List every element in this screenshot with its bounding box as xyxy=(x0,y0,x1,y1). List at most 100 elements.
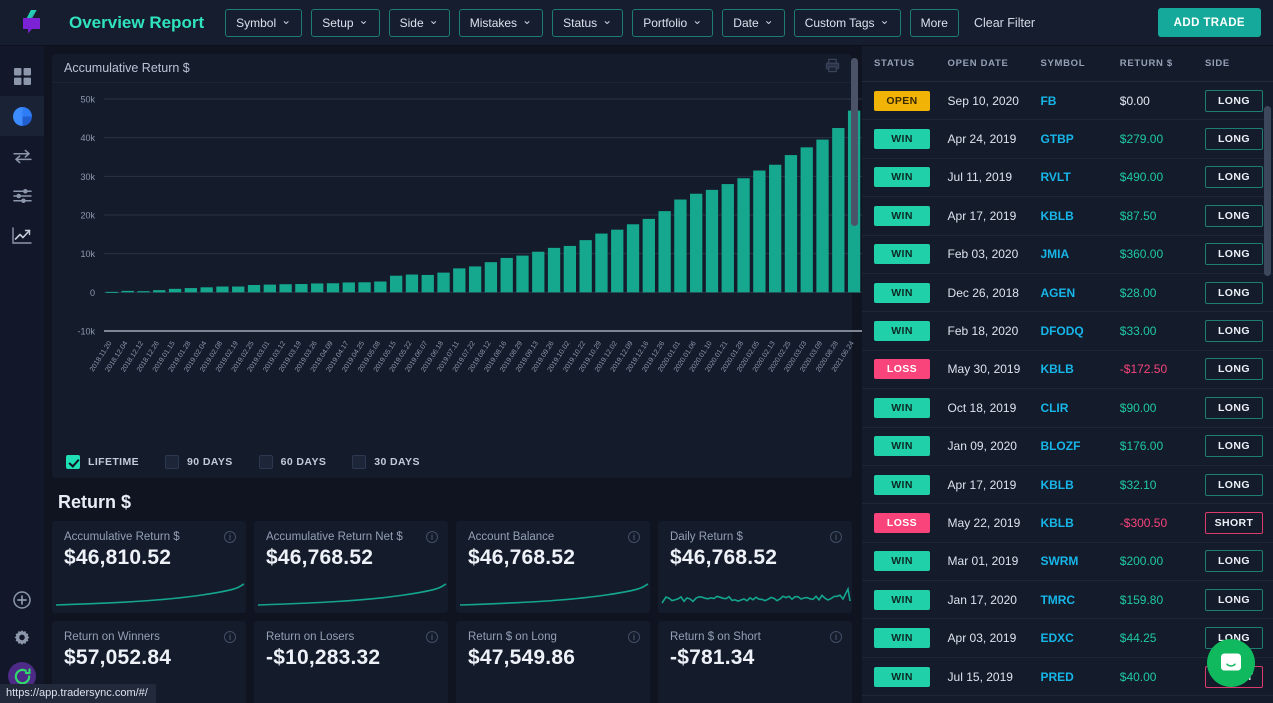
chart-bar[interactable] xyxy=(706,190,718,292)
chart-bar[interactable] xyxy=(295,284,307,292)
metric-card[interactable]: i Accumulative Return $ $46,810.52 xyxy=(52,521,246,613)
chart-bar[interactable] xyxy=(153,290,165,292)
filter-button-side[interactable]: Side ⌄ xyxy=(389,9,450,37)
checkbox-unchecked-icon[interactable] xyxy=(352,455,366,469)
info-icon[interactable]: i xyxy=(830,531,842,543)
chart-bar[interactable] xyxy=(437,273,449,293)
info-icon[interactable]: i xyxy=(224,531,236,543)
table-row[interactable]: WIN Jan 17, 2020 TMRC $159.80 LONG xyxy=(862,581,1273,619)
table-row[interactable]: LOSS May 30, 2019 KBLB -$172.50 LONG xyxy=(862,351,1273,389)
chat-support-button[interactable] xyxy=(1207,639,1255,687)
clear-filter-button[interactable]: Clear Filter xyxy=(974,16,1035,30)
cell-symbol[interactable]: PRED xyxy=(1040,670,1119,684)
chart-bar[interactable] xyxy=(106,292,118,293)
chart-bar[interactable] xyxy=(358,282,370,292)
column-header-status[interactable]: STATUS xyxy=(874,58,948,69)
cell-symbol[interactable]: RVLT xyxy=(1040,170,1119,184)
chart-bar[interactable] xyxy=(137,291,149,292)
chart-bar[interactable] xyxy=(343,282,355,292)
filter-button-more[interactable]: More xyxy=(910,9,959,37)
table-row[interactable]: WIN Apr 24, 2019 GTBP $279.00 LONG xyxy=(862,120,1273,158)
sidebar-item-reports[interactable] xyxy=(0,96,44,136)
chart-bar[interactable] xyxy=(579,240,591,292)
table-row[interactable]: WIN Jan 09, 2020 BLOZF $176.00 LONG xyxy=(862,428,1273,466)
metric-card[interactable]: i Daily Return $ $46,768.52 xyxy=(658,521,852,613)
chart-bar[interactable] xyxy=(532,252,544,293)
accumulative-return-bar-chart[interactable]: 50k40k30k20k10k0-10k2018.11.202018.12.04… xyxy=(56,91,862,421)
chart-bar[interactable] xyxy=(753,171,765,293)
table-row[interactable]: WIN Apr 17, 2019 KBLB $32.10 LONG xyxy=(862,466,1273,504)
chart-bar[interactable] xyxy=(564,246,576,292)
checkbox-unchecked-icon[interactable] xyxy=(259,455,273,469)
cell-symbol[interactable]: BLOZF xyxy=(1040,439,1119,453)
chart-bar[interactable] xyxy=(200,287,212,292)
metric-card[interactable]: i Return on Losers -$10,283.32 xyxy=(254,621,448,703)
legend-item-lifetime[interactable]: LIFETIME xyxy=(66,455,139,469)
info-icon[interactable]: i xyxy=(830,631,842,643)
checkbox-unchecked-icon[interactable] xyxy=(165,455,179,469)
legend-item-60-days[interactable]: 60 DAYS xyxy=(259,455,327,469)
metric-card[interactable]: i Return $ on Long $47,549.86 xyxy=(456,621,650,703)
chart-bar[interactable] xyxy=(406,275,418,293)
column-header-opendate[interactable]: OPEN DATE xyxy=(948,58,1041,69)
chart-bar[interactable] xyxy=(674,200,686,293)
table-row[interactable]: LOSS May 22, 2019 KBLB -$300.50 SHORT xyxy=(862,504,1273,542)
cell-symbol[interactable]: AGEN xyxy=(1040,286,1119,300)
checkbox-checked-icon[interactable] xyxy=(66,455,80,469)
cell-symbol[interactable]: EDXC xyxy=(1040,631,1119,645)
info-icon[interactable]: i xyxy=(224,631,236,643)
chart-bar[interactable] xyxy=(311,283,323,292)
column-header-return[interactable]: RETURN $ xyxy=(1120,58,1205,69)
legend-item-90-days[interactable]: 90 DAYS xyxy=(165,455,233,469)
chart-bar[interactable] xyxy=(516,256,528,293)
cell-symbol[interactable]: TMRC xyxy=(1040,593,1119,607)
metric-card[interactable]: i Return $ on Short -$781.34 xyxy=(658,621,852,703)
metric-card[interactable]: i Accumulative Return Net $ $46,768.52 xyxy=(254,521,448,613)
filter-button-portfolio[interactable]: Portfolio ⌄ xyxy=(632,9,713,37)
add-trade-button[interactable]: ADD TRADE xyxy=(1158,8,1261,37)
table-row[interactable]: WIN Apr 17, 2019 KBLB $87.50 LONG xyxy=(862,197,1273,235)
chart-bar[interactable] xyxy=(548,248,560,292)
cell-symbol[interactable]: GTBP xyxy=(1040,132,1119,146)
table-scrollbar[interactable] xyxy=(1264,106,1271,276)
chart-bar[interactable] xyxy=(216,287,228,293)
table-row[interactable]: OPEN Sep 10, 2020 FB $0.00 LONG xyxy=(862,82,1273,120)
chart-bar[interactable] xyxy=(501,258,513,292)
legend-item-30-days[interactable]: 30 DAYS xyxy=(352,455,420,469)
info-icon[interactable]: i xyxy=(426,531,438,543)
cell-symbol[interactable]: KBLB xyxy=(1040,516,1119,530)
filter-button-symbol[interactable]: Symbol ⌄ xyxy=(225,9,302,37)
chart-bar[interactable] xyxy=(264,285,276,293)
chart-bar[interactable] xyxy=(122,291,134,292)
chart-bar[interactable] xyxy=(595,234,607,293)
cell-symbol[interactable]: DFODQ xyxy=(1040,324,1119,338)
cell-symbol[interactable]: KBLB xyxy=(1040,478,1119,492)
filter-button-setup[interactable]: Setup ⌄ xyxy=(311,9,379,37)
chart-bar[interactable] xyxy=(643,219,655,292)
chart-bar[interactable] xyxy=(801,147,813,292)
cell-symbol[interactable]: JMIA xyxy=(1040,247,1119,261)
main-scrollbar[interactable] xyxy=(851,58,858,226)
filter-button-mistakes[interactable]: Mistakes ⌄ xyxy=(459,9,543,37)
cell-symbol[interactable]: CLIR xyxy=(1040,401,1119,415)
sidebar-item-trades[interactable] xyxy=(0,136,44,176)
filter-button-custom-tags[interactable]: Custom Tags ⌄ xyxy=(794,9,901,37)
chart-bar[interactable] xyxy=(232,287,244,293)
chart-bar[interactable] xyxy=(453,268,465,292)
sidebar-item-settings[interactable] xyxy=(0,619,44,657)
column-header-side[interactable]: SIDE xyxy=(1205,58,1263,69)
chart-bar[interactable] xyxy=(832,128,844,292)
chart-bar[interactable] xyxy=(816,140,828,293)
cell-symbol[interactable]: KBLB xyxy=(1040,209,1119,223)
sidebar-item-filters[interactable] xyxy=(0,176,44,216)
table-row[interactable]: WIN Dec 26, 2018 AGEN $28.00 LONG xyxy=(862,274,1273,312)
chart-bar[interactable] xyxy=(785,155,797,292)
chart-bar[interactable] xyxy=(327,283,339,292)
chart-bar[interactable] xyxy=(737,178,749,292)
table-row[interactable]: WIN Jul 11, 2019 RVLT $490.00 LONG xyxy=(862,159,1273,197)
chart-bar[interactable] xyxy=(422,275,434,292)
sidebar-item-analytics[interactable] xyxy=(0,216,44,256)
sidebar-item-add[interactable] xyxy=(0,581,44,619)
metric-card[interactable]: i Account Balance $46,768.52 xyxy=(456,521,650,613)
chart-bar[interactable] xyxy=(485,262,497,292)
